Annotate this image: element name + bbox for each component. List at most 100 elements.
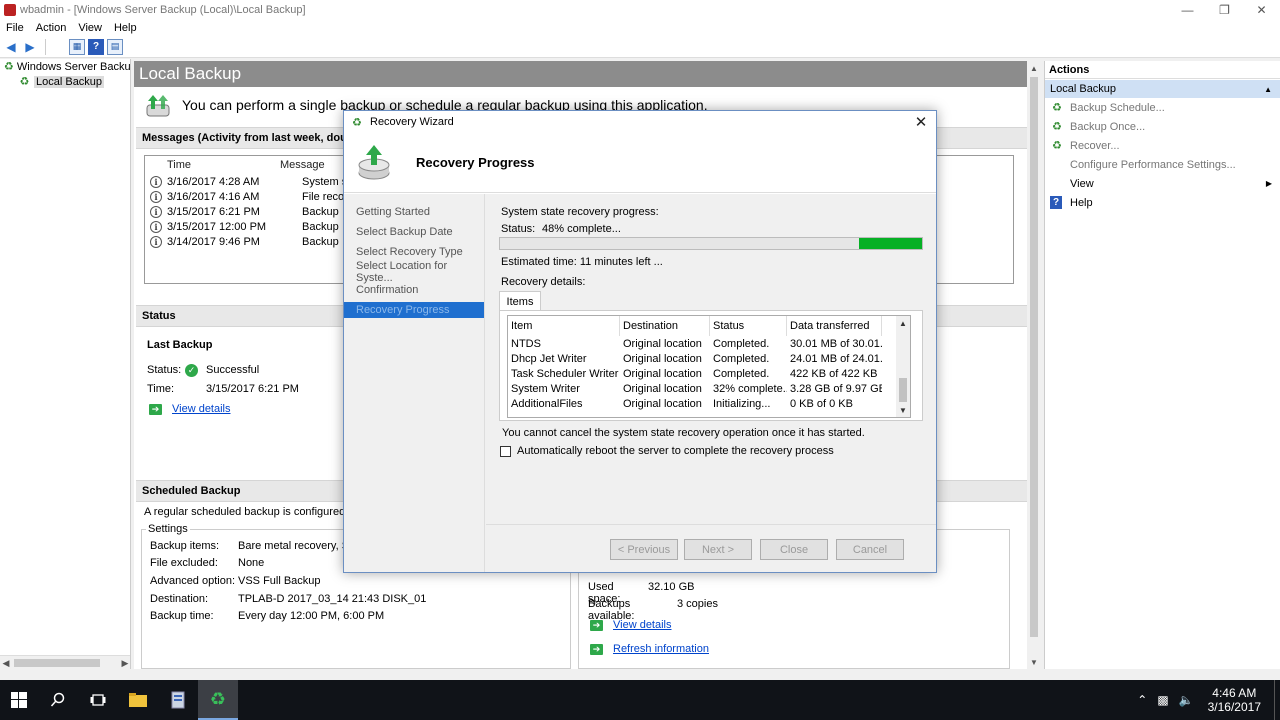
scroll-up-icon[interactable]: ▲ bbox=[1027, 61, 1041, 75]
wizard-step: Select Recovery Type bbox=[356, 246, 463, 258]
taskbar-windows-server-backup[interactable]: ♻ bbox=[198, 680, 238, 720]
show-hide-tree-icon[interactable]: ▦ bbox=[69, 38, 85, 55]
back-arrow-icon[interactable]: ◀ bbox=[3, 39, 19, 55]
show-hidden-icons-icon[interactable]: ⌃ bbox=[1137, 693, 1147, 707]
action-recover[interactable]: ♻ Recover... bbox=[1045, 136, 1280, 155]
menu-file[interactable]: File bbox=[0, 22, 30, 34]
folder-icon bbox=[129, 693, 147, 707]
task-view-button[interactable] bbox=[78, 680, 118, 720]
forward-arrow-icon[interactable]: ▶ bbox=[22, 39, 38, 55]
tree-horizontal-scrollbar[interactable]: ◀ ▶ bbox=[0, 655, 130, 669]
cell-data: 30.01 MB of 30.01... bbox=[790, 337, 882, 350]
volume-icon[interactable]: 🔈 bbox=[1179, 693, 1194, 707]
close-button[interactable]: ✕ bbox=[1243, 0, 1280, 19]
recover-icon: ♻ bbox=[1052, 140, 1062, 152]
message-time: 3/16/2017 4:16 AM bbox=[167, 190, 260, 203]
view-details-link[interactable]: View details bbox=[613, 619, 672, 631]
network-icon[interactable]: ▩ bbox=[1157, 693, 1168, 707]
collapse-caret-icon[interactable]: ▲ bbox=[1264, 85, 1272, 94]
cell-destination: Original location bbox=[623, 382, 702, 395]
cell-item: Task Scheduler Writer bbox=[511, 367, 619, 380]
table-row[interactable]: NTDS Original location Completed. 30.01 … bbox=[508, 336, 910, 351]
action-view[interactable]: View ▶ bbox=[1045, 174, 1280, 193]
action-configure-performance[interactable]: Configure Performance Settings... bbox=[1045, 155, 1280, 174]
cell-destination: Original location bbox=[623, 337, 702, 350]
auto-reboot-checkbox[interactable] bbox=[500, 445, 511, 457]
close-wizard-button[interactable]: Close bbox=[760, 539, 828, 560]
actions-header: Actions bbox=[1045, 61, 1280, 79]
menu-view[interactable]: View bbox=[72, 22, 108, 34]
cancel-button[interactable]: Cancel bbox=[836, 539, 904, 560]
view-details-link[interactable]: View details bbox=[172, 403, 231, 415]
server-manager-icon bbox=[171, 691, 185, 709]
wizard-step: Confirmation bbox=[356, 284, 419, 296]
show-desktop-button[interactable] bbox=[1274, 680, 1280, 720]
action-help[interactable]: ? Help bbox=[1045, 193, 1280, 212]
previous-button[interactable]: < Previous bbox=[610, 539, 678, 560]
window-titlebar: wbadmin - [Windows Server Backup (Local)… bbox=[0, 0, 1280, 19]
action-label: Configure Performance Settings... bbox=[1070, 158, 1236, 171]
actions-group-local-backup[interactable]: Local Backup ▲ bbox=[1045, 80, 1280, 98]
refresh-information[interactable]: ➔ Refresh information bbox=[590, 643, 709, 655]
action-backup-once[interactable]: ♻ Backup Once... bbox=[1045, 117, 1280, 136]
maximize-button[interactable]: ❐ bbox=[1206, 0, 1243, 19]
last-backup-title: Last Backup bbox=[147, 339, 213, 351]
menu-action[interactable]: Action bbox=[30, 22, 73, 34]
table-row[interactable]: AdditionalFiles Original location Initia… bbox=[508, 396, 910, 411]
col-time[interactable]: Time bbox=[145, 159, 280, 171]
tree-item-local-backup[interactable]: ♻ Local Backup bbox=[0, 74, 130, 89]
auto-reboot-label: Automatically reboot the server to compl… bbox=[517, 445, 834, 457]
col-destination[interactable]: Destination bbox=[620, 316, 710, 336]
window-title: wbadmin - [Windows Server Backup (Local)… bbox=[20, 3, 306, 16]
up-folder-icon[interactable] bbox=[50, 39, 66, 55]
actions-group-label: Local Backup bbox=[1050, 83, 1117, 95]
scroll-left-icon[interactable]: ◀ bbox=[0, 656, 12, 669]
menu-bar: File Action View Help bbox=[0, 19, 1280, 36]
action-backup-schedule[interactable]: ♻ Backup Schedule... bbox=[1045, 98, 1280, 117]
table-row[interactable]: Task Scheduler Writer Original location … bbox=[508, 366, 910, 381]
message-text: Backup bbox=[302, 205, 339, 218]
col-item[interactable]: Item bbox=[508, 316, 620, 336]
scroll-up-icon[interactable]: ▲ bbox=[896, 316, 910, 330]
last-backup-view-details[interactable]: ➔ View details bbox=[149, 403, 231, 415]
col-message[interactable]: Message bbox=[280, 159, 325, 171]
minimize-button[interactable]: — bbox=[1169, 0, 1206, 19]
go-arrow-icon: ➔ bbox=[590, 619, 603, 631]
system-tray: ⌃ ▩ 🔈 4:46 AM 3/16/2017 bbox=[1132, 680, 1280, 720]
taskbar-server-manager[interactable] bbox=[158, 680, 198, 720]
show-hide-action-pane-icon[interactable]: ▤ bbox=[107, 38, 123, 55]
table-row[interactable]: Dhcp Jet Writer Original location Comple… bbox=[508, 351, 910, 366]
col-data-transferred[interactable]: Data transferred bbox=[787, 316, 882, 336]
table-vertical-scrollbar[interactable]: ▲ ▼ bbox=[896, 316, 910, 417]
clock[interactable]: 4:46 AM 3/16/2017 bbox=[1203, 686, 1266, 714]
menu-help[interactable]: Help bbox=[108, 22, 143, 34]
help-icon[interactable]: ? bbox=[88, 38, 104, 55]
tree-item-windows-server-backup[interactable]: ♻ Windows Server Backup (L bbox=[0, 59, 130, 74]
col-status[interactable]: Status bbox=[710, 316, 787, 336]
recovery-progress-bar bbox=[499, 237, 923, 250]
scroll-down-icon[interactable]: ▼ bbox=[1027, 655, 1041, 669]
center-vertical-scrollbar[interactable]: ▲ ▼ bbox=[1027, 61, 1041, 669]
backup-schedule-icon: ♻ bbox=[1052, 102, 1062, 114]
action-label: Backup Once... bbox=[1070, 120, 1146, 133]
message-time: 3/16/2017 4:28 AM bbox=[167, 175, 260, 188]
scroll-thumb[interactable] bbox=[1030, 77, 1038, 637]
dialog-close-button[interactable]: ✕ bbox=[912, 113, 930, 131]
destination-value: 3 copies bbox=[677, 598, 718, 610]
scroll-down-icon[interactable]: ▼ bbox=[896, 403, 910, 417]
table-row[interactable]: System Writer Original location 32% comp… bbox=[508, 381, 910, 396]
taskbar-file-explorer[interactable] bbox=[118, 680, 158, 720]
tab-items[interactable]: Items bbox=[499, 291, 541, 311]
auto-reboot-option[interactable]: Automatically reboot the server to compl… bbox=[500, 445, 834, 457]
wizard-step: Getting Started bbox=[356, 206, 430, 218]
next-button[interactable]: Next > bbox=[684, 539, 752, 560]
scroll-thumb[interactable] bbox=[899, 378, 907, 402]
scheduled-note: A regular scheduled backup is configured… bbox=[144, 506, 374, 518]
search-button[interactable] bbox=[38, 680, 78, 720]
destination-view-details[interactable]: ➔ View details bbox=[590, 619, 672, 631]
refresh-information-link[interactable]: Refresh information bbox=[613, 643, 709, 655]
scroll-right-icon[interactable]: ▶ bbox=[119, 656, 130, 669]
start-button[interactable] bbox=[0, 680, 38, 720]
scroll-thumb[interactable] bbox=[14, 659, 100, 667]
cell-status: 32% complete... bbox=[713, 382, 787, 395]
